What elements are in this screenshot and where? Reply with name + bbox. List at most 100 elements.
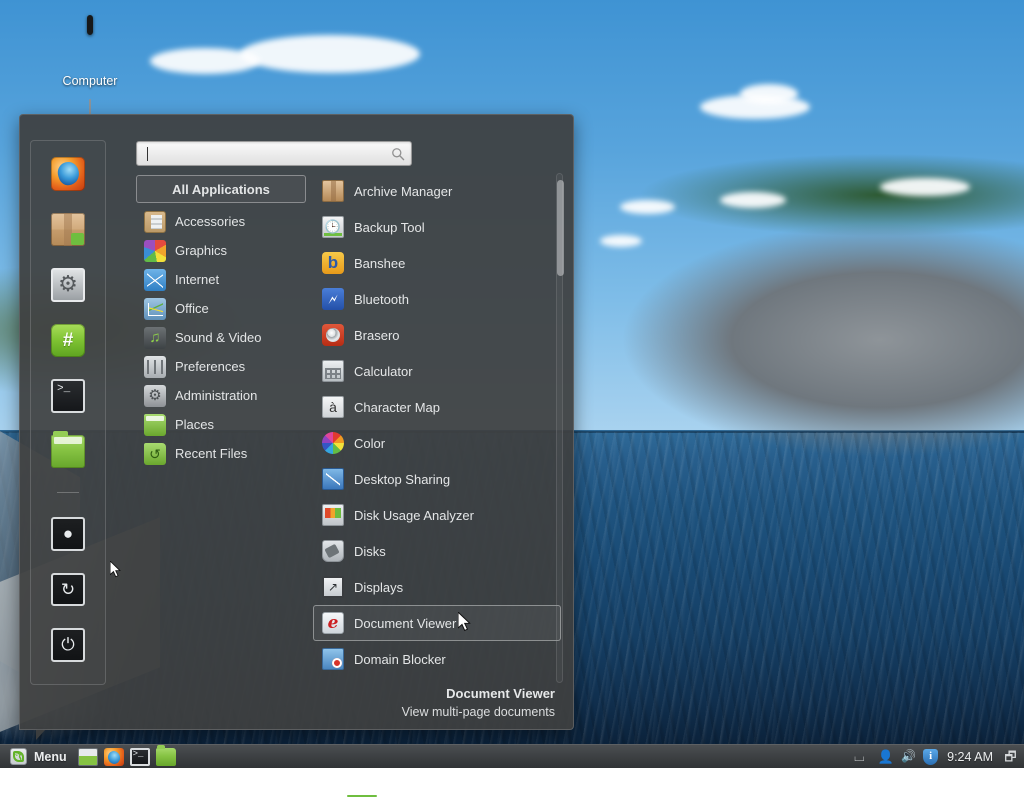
firefox-icon[interactable] bbox=[51, 157, 85, 191]
window-switcher-icon[interactable] bbox=[1002, 748, 1019, 765]
favorites-sidebar: ● ↻ ⏻ bbox=[30, 140, 106, 685]
administration-icon bbox=[144, 385, 166, 407]
window-list-icon[interactable] bbox=[78, 748, 98, 766]
terminal-icon[interactable] bbox=[51, 379, 85, 413]
app-item-desktop-sharing[interactable]: Desktop Sharing bbox=[313, 461, 561, 497]
app-label: Color bbox=[354, 436, 385, 451]
app-item-calculator[interactable]: Calculator bbox=[313, 353, 561, 389]
category-sound-video[interactable]: Sound & Video bbox=[136, 323, 306, 352]
category-label: Recent Files bbox=[175, 446, 247, 461]
system-settings-icon[interactable] bbox=[51, 268, 85, 302]
graphics-icon bbox=[144, 240, 166, 262]
category-all-applications[interactable]: All Applications bbox=[136, 175, 306, 203]
application-menu-panel[interactable]: ● ↻ ⏻ All Applications Accessories Graph… bbox=[19, 114, 574, 730]
status-title: Document Viewer bbox=[200, 685, 555, 703]
app-label: Desktop Sharing bbox=[354, 472, 450, 487]
category-list: All Applications Accessories Graphics In… bbox=[136, 175, 306, 468]
category-recent-files[interactable]: Recent Files bbox=[136, 439, 306, 468]
category-label: All Applications bbox=[172, 182, 270, 197]
app-label: Banshee bbox=[354, 256, 405, 271]
favorites-separator bbox=[57, 492, 79, 493]
backup-tool-icon bbox=[322, 216, 344, 238]
recent-files-icon bbox=[144, 443, 166, 465]
menu-button[interactable]: Menu bbox=[5, 746, 72, 768]
cloud-shape bbox=[150, 48, 260, 74]
category-internet[interactable]: Internet bbox=[136, 265, 306, 294]
app-item-bluetooth[interactable]: Bluetooth bbox=[313, 281, 561, 317]
desktop-icon-label: Computer bbox=[63, 74, 118, 88]
taskbar-panel[interactable]: Menu ⌴ 9:24 AM bbox=[0, 744, 1024, 768]
app-item-displays[interactable]: Displays bbox=[313, 569, 561, 605]
app-item-backup-tool[interactable]: Backup Tool bbox=[313, 209, 561, 245]
category-preferences[interactable]: Preferences bbox=[136, 352, 306, 381]
category-label: Sound & Video bbox=[175, 330, 262, 345]
category-office[interactable]: Office bbox=[136, 294, 306, 323]
app-label: Archive Manager bbox=[354, 184, 452, 199]
computer-monitor-icon bbox=[42, 18, 138, 70]
app-item-character-map[interactable]: Character Map bbox=[313, 389, 561, 425]
menu-pointer-tail bbox=[36, 730, 45, 740]
cloud-shape bbox=[720, 192, 786, 208]
search-input[interactable] bbox=[148, 147, 391, 161]
category-label: Office bbox=[175, 301, 209, 316]
category-label: Places bbox=[175, 417, 214, 432]
logout-icon[interactable]: ↻ bbox=[51, 573, 85, 607]
category-administration[interactable]: Administration bbox=[136, 381, 306, 410]
app-item-document-viewer[interactable]: Document Viewer bbox=[313, 605, 561, 641]
category-label: Administration bbox=[175, 388, 257, 403]
minimize-tray-icon[interactable]: ⌴ bbox=[854, 748, 871, 765]
files-icon[interactable] bbox=[51, 435, 85, 469]
menu-button-label: Menu bbox=[34, 750, 67, 764]
app-item-archive-manager[interactable]: Archive Manager bbox=[313, 173, 561, 209]
app-label: Backup Tool bbox=[354, 220, 425, 235]
cloud-shape bbox=[620, 200, 675, 214]
app-item-disks[interactable]: Disks bbox=[313, 533, 561, 569]
search-box[interactable] bbox=[136, 141, 412, 166]
character-map-icon bbox=[322, 396, 344, 418]
application-list-scrollbar[interactable] bbox=[556, 173, 563, 683]
category-label: Graphics bbox=[175, 243, 227, 258]
category-places[interactable]: Places bbox=[136, 410, 306, 439]
preferences-icon bbox=[144, 356, 166, 378]
firefox-icon[interactable] bbox=[104, 748, 124, 766]
app-item-brasero[interactable]: Brasero bbox=[313, 317, 561, 353]
app-label: Calculator bbox=[354, 364, 413, 379]
update-manager-icon[interactable] bbox=[923, 749, 938, 765]
app-item-domain-blocker[interactable]: Domain Blocker bbox=[313, 641, 561, 677]
app-label: Domain Blocker bbox=[354, 652, 446, 667]
sound-video-icon bbox=[144, 327, 166, 349]
app-label: Disks bbox=[354, 544, 386, 559]
app-label: Disk Usage Analyzer bbox=[354, 508, 474, 523]
app-item-color[interactable]: Color bbox=[313, 425, 561, 461]
color-icon bbox=[322, 432, 344, 454]
software-manager-icon[interactable] bbox=[51, 213, 85, 247]
app-label: Document Viewer bbox=[354, 616, 456, 631]
app-item-disk-usage-analyzer[interactable]: Disk Usage Analyzer bbox=[313, 497, 561, 533]
app-label: Character Map bbox=[354, 400, 440, 415]
shutdown-icon[interactable]: ⏻ bbox=[51, 628, 85, 662]
app-item-banshee[interactable]: Banshee bbox=[313, 245, 561, 281]
desktop-icon-computer[interactable]: Computer bbox=[42, 18, 138, 88]
scrollbar-thumb[interactable] bbox=[557, 180, 564, 276]
category-graphics[interactable]: Graphics bbox=[136, 236, 306, 265]
status-description: View multi-page documents bbox=[200, 703, 555, 721]
terminal-icon[interactable] bbox=[130, 748, 150, 766]
lock-screen-icon[interactable]: ● bbox=[51, 517, 85, 551]
displays-icon bbox=[322, 576, 344, 598]
application-list: Archive Manager Backup Tool Banshee Blue… bbox=[313, 173, 561, 683]
internet-icon bbox=[144, 269, 166, 291]
irc-chat-icon[interactable] bbox=[51, 324, 85, 358]
category-accessories[interactable]: Accessories bbox=[136, 207, 306, 236]
volume-icon[interactable] bbox=[900, 748, 917, 765]
cloud-shape bbox=[740, 84, 798, 104]
archive-manager-icon bbox=[322, 180, 344, 202]
disk-usage-analyzer-icon bbox=[322, 504, 344, 526]
linux-mint-logo-icon bbox=[10, 748, 27, 765]
logout-glyph: ↻ bbox=[53, 575, 83, 605]
clock[interactable]: 9:24 AM bbox=[944, 750, 996, 764]
disks-icon bbox=[322, 540, 344, 562]
files-icon[interactable] bbox=[156, 748, 176, 766]
user-account-icon[interactable] bbox=[877, 748, 894, 765]
document-viewer-icon bbox=[322, 612, 344, 634]
cloud-shape bbox=[880, 178, 970, 196]
